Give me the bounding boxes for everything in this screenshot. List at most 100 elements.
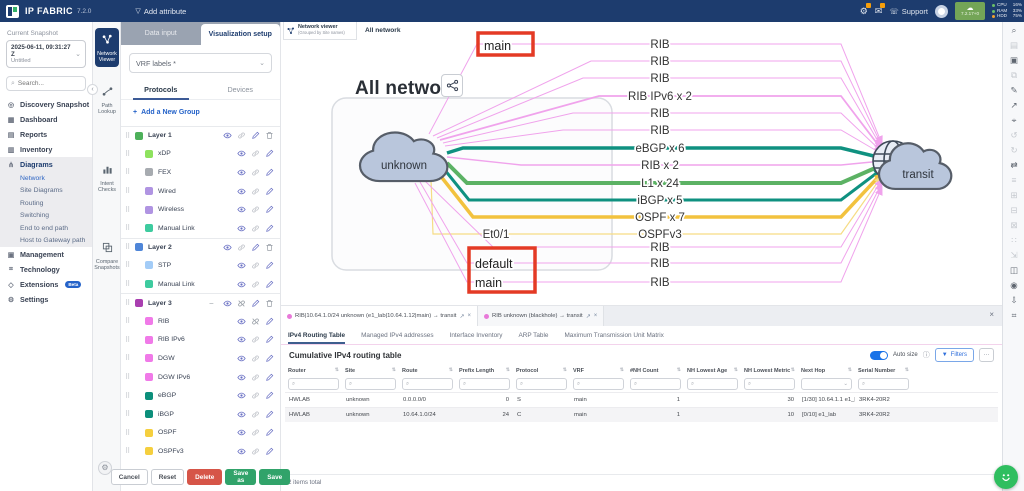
table-tab-maximum-transmission-unit-matrix[interactable]: Maximum Transmission Unit Matrix: [564, 332, 663, 339]
open-in-new-icon[interactable]: ↗: [586, 313, 591, 320]
sidebar-item-management[interactable]: ▣Management: [0, 247, 92, 262]
group-icon[interactable]: ⊞: [1003, 188, 1024, 202]
link-icon[interactable]: [251, 428, 260, 437]
filters-button[interactable]: ▼ Filters: [935, 348, 974, 362]
visibility-eye-icon[interactable]: [237, 280, 246, 289]
link-icon[interactable]: [251, 187, 260, 196]
link-icon[interactable]: [251, 205, 260, 214]
column-filter-input[interactable]: ⌕: [459, 378, 510, 390]
info-icon[interactable]: ⓘ: [923, 350, 930, 360]
edit-pencil-icon[interactable]: [265, 354, 274, 363]
drag-handle[interactable]: ⠿: [125, 299, 133, 307]
drag-handle[interactable]: ⠿: [125, 392, 133, 400]
visibility-eye-icon[interactable]: [237, 354, 246, 363]
sidebar-item-inventory[interactable]: ▥Inventory: [0, 142, 92, 157]
visibility-eye-icon[interactable]: [237, 428, 246, 437]
visibility-eye-icon[interactable]: [237, 224, 246, 233]
sidebar-subitem-routing[interactable]: Routing: [0, 197, 92, 210]
settings-notifications-icon[interactable]: ⚙: [860, 6, 868, 17]
filter-icon[interactable]: ≡: [1003, 173, 1024, 187]
delete-button[interactable]: Delete: [187, 469, 222, 485]
edit-pencil-icon[interactable]: [265, 187, 274, 196]
drag-handle[interactable]: ⠿: [125, 373, 133, 381]
tab-data-input[interactable]: Data input: [121, 22, 201, 45]
drag-handle[interactable]: ⠿: [125, 410, 133, 418]
link-icon[interactable]: [251, 410, 260, 419]
edit-pencil-icon[interactable]: [265, 317, 274, 326]
code-icon[interactable]: ⌗: [1003, 308, 1024, 322]
column-header[interactable]: Next Hop⇅: [798, 364, 855, 376]
edit-pencil-icon[interactable]: [265, 428, 274, 437]
sidebar-item-technology[interactable]: ⌗Technology: [0, 262, 92, 277]
auto-size-toggle[interactable]: [870, 351, 888, 360]
link-icon[interactable]: [251, 149, 260, 158]
edit-pencil-icon[interactable]: [251, 299, 260, 308]
sidebar-item-dashboard[interactable]: ▦Dashboard: [0, 112, 92, 127]
drag-handle[interactable]: ⠿: [125, 224, 133, 232]
column-header[interactable]: Serial Number⇅: [855, 364, 912, 376]
visibility-eye-icon[interactable]: [237, 149, 246, 158]
expand-site-button[interactable]: [441, 74, 463, 97]
visibility-eye-icon[interactable]: [237, 261, 246, 270]
ungroup-icon[interactable]: ⊟: [1003, 203, 1024, 217]
drag-handle[interactable]: ⠿: [125, 280, 133, 288]
fit-icon[interactable]: ⇲: [1003, 248, 1024, 262]
column-header[interactable]: Router⇅: [285, 364, 342, 376]
reset-button[interactable]: Reset: [151, 469, 184, 485]
sidebar-subitem-switching[interactable]: Switching: [0, 210, 92, 223]
user-avatar[interactable]: [935, 5, 948, 18]
visibility-eye-icon[interactable]: [223, 131, 232, 140]
topology-canvas[interactable]: unknowntransitRIBRIBRIBRIB IPv6 x 2RIBRI…: [281, 22, 1002, 305]
link-icon[interactable]: [251, 447, 260, 456]
snapshot-image-icon[interactable]: ▣: [1003, 53, 1024, 67]
trash-icon[interactable]: [265, 299, 274, 308]
link-icon[interactable]: [251, 354, 260, 363]
sidebar-item-diagrams[interactable]: ⋔Diagrams: [0, 157, 92, 172]
drag-handle[interactable]: ⠿: [125, 168, 133, 176]
edit-pencil-icon[interactable]: [265, 224, 274, 233]
drag-handle[interactable]: ⠿: [125, 354, 133, 362]
visibility-eye-icon[interactable]: [223, 243, 232, 252]
drag-handle[interactable]: ⠿: [125, 187, 133, 195]
drag-handle[interactable]: ⠿: [125, 132, 133, 140]
chat-widget-button[interactable]: [994, 465, 1018, 489]
rail-item-compare-snapshots[interactable]: CompareSnapshots: [95, 240, 119, 271]
drag-handle[interactable]: ⠿: [125, 261, 133, 269]
tab-protocols[interactable]: Protocols: [121, 81, 201, 99]
trash-icon[interactable]: [265, 243, 274, 252]
column-header[interactable]: Prefix Length⇅: [456, 364, 513, 376]
next-hop-filter-select[interactable]: ⌄: [801, 378, 852, 390]
link-off-icon[interactable]: [251, 317, 260, 326]
visibility-eye-icon[interactable]: [237, 410, 246, 419]
redo-icon[interactable]: ↻: [1003, 143, 1024, 157]
link-icon[interactable]: [251, 335, 260, 344]
sort-icon[interactable]: ⇅: [848, 368, 852, 374]
link-icon[interactable]: [251, 224, 260, 233]
version-badge[interactable]: ☁ 7.2.17+0: [955, 2, 985, 20]
link-icon[interactable]: [237, 131, 246, 140]
trash-icon[interactable]: [265, 131, 274, 140]
table-row[interactable]: HWLABunknown10.64.1.0/2424Cmain110[0/10]…: [285, 407, 998, 422]
sidebar-item-settings[interactable]: ⚙Settings: [0, 292, 92, 307]
column-header[interactable]: Route⇅: [399, 364, 456, 376]
visibility-eye-icon[interactable]: [237, 335, 246, 344]
link-off-icon[interactable]: [237, 299, 246, 308]
sidebar-subitem-host-to-gateway-path[interactable]: Host to Gateway path: [0, 235, 92, 248]
copy-icon[interactable]: ⧉: [1003, 68, 1024, 82]
target-icon[interactable]: ⌖: [1003, 113, 1024, 127]
save-as-button[interactable]: Save as: [225, 469, 256, 485]
export-icon[interactable]: ↗: [1003, 98, 1024, 112]
snapshot-selector[interactable]: 2025-06-11, 09:31:27 Z Untitled ⌄: [6, 40, 86, 68]
edit-pencil-icon[interactable]: [251, 243, 260, 252]
edit-pencil-icon[interactable]: [265, 373, 274, 382]
rail-item-network-viewer[interactable]: NetworkViewer: [95, 28, 119, 67]
column-filter-input[interactable]: ⌕: [687, 378, 738, 390]
close-panel-icon[interactable]: ×: [989, 310, 994, 319]
column-filter-input[interactable]: ⌕: [858, 378, 909, 390]
close-tab-icon[interactable]: ×: [594, 313, 598, 319]
search-input[interactable]: [18, 80, 78, 87]
table-tab-interface-inventory[interactable]: Interface Inventory: [450, 332, 503, 339]
folder-icon[interactable]: ▤: [1003, 38, 1024, 52]
edge-tab[interactable]: RIB|10.64.1.0/24 unknown (e1_lab|10.64.1…: [281, 306, 478, 326]
column-filter-input[interactable]: ⌕: [573, 378, 624, 390]
